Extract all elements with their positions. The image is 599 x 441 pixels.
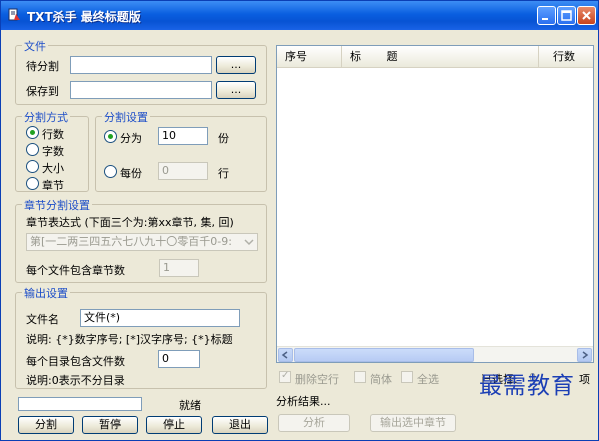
split-mode-title: 分割方式	[22, 109, 70, 125]
analysis-label: 分析结果...	[276, 395, 331, 408]
output-settings-group: 输出设置 文件名 文件(*) 说明: {*}数字序号; [*]汉字序号; {*}…	[15, 285, 267, 389]
col-index[interactable]: 序号	[277, 46, 342, 68]
dir-note: 说明:0表示不分目录	[26, 374, 125, 387]
save-to-label: 保存到	[26, 85, 59, 98]
col-title[interactable]: 标 题	[342, 46, 539, 68]
file-group-title: 文件	[22, 38, 48, 54]
split-file-label: 待分割	[26, 60, 59, 73]
scroll-left-button[interactable]	[278, 348, 293, 362]
chapter-expr-select[interactable]: 第[一二两三四五六七八九十〇零百千0-9:	[26, 233, 258, 251]
split-mode-group: 分割方式 行数 字数 大小 章节	[15, 109, 89, 193]
app-icon	[8, 8, 20, 21]
app-window: TXT杀手 最终标题版 文件 待分割 ... 保存到 ... 分割方式 行数 字…	[0, 0, 599, 441]
select-all-checkbox[interactable]	[401, 371, 413, 383]
split-into-unit: 份	[218, 132, 229, 145]
close-button[interactable]	[577, 6, 596, 25]
filename-input[interactable]: 文件(*)	[80, 309, 240, 327]
chevron-down-icon	[244, 239, 254, 246]
status-text: 就绪	[179, 399, 201, 412]
arrow-right-icon	[582, 351, 589, 359]
chapters-per-file-label: 每个文件包含章节数	[26, 264, 125, 277]
title-bar[interactable]: TXT杀手 最终标题版	[1, 1, 598, 30]
remove-empty-label[interactable]: 删除空行	[295, 371, 339, 387]
maximize-button[interactable]	[557, 6, 576, 25]
files-per-dir-input[interactable]: 0	[158, 350, 200, 368]
window-title: TXT杀手 最终标题版	[27, 10, 141, 24]
split-into-radio[interactable]	[104, 130, 117, 143]
chapter-settings-group: 章节分割设置 章节表达式 (下面三个为:第xx章节, 集, 回) 第[一二两三四…	[15, 197, 267, 283]
scroll-right-button[interactable]	[577, 348, 592, 362]
split-each-radio[interactable]	[104, 165, 117, 178]
exit-button[interactable]: 退出	[212, 416, 268, 434]
watermark-text: 最需教育	[479, 373, 575, 399]
col-lines[interactable]: 行数	[539, 46, 593, 68]
files-per-dir-label: 每个目录包含文件数	[26, 355, 125, 368]
list-header: 序号 标 题 行数	[277, 46, 593, 68]
stop-button[interactable]: 停止	[146, 416, 202, 434]
browse-save-button[interactable]: ...	[216, 81, 256, 99]
split-each-label[interactable]: 每份	[120, 165, 142, 181]
mode-lines-radio[interactable]	[26, 126, 39, 139]
minimize-icon	[542, 18, 548, 20]
selected-unit: 项	[579, 373, 590, 386]
split-button[interactable]: 分割	[18, 416, 74, 434]
mode-chars-radio[interactable]	[26, 143, 39, 156]
mode-chars-label[interactable]: 字数	[42, 143, 64, 159]
chapter-expr-label: 章节表达式 (下面三个为:第xx章节, 集, 回)	[26, 216, 234, 229]
scroll-thumb[interactable]	[294, 348, 474, 362]
split-into-label[interactable]: 分为	[120, 130, 142, 146]
mode-chapter-label[interactable]: 章节	[42, 177, 64, 193]
analyze-button[interactable]: 分析	[278, 414, 350, 432]
horizontal-scrollbar[interactable]	[277, 346, 593, 362]
browse-split-button[interactable]: ...	[216, 56, 256, 74]
output-selected-button[interactable]: 输出选中章节	[370, 414, 456, 432]
select-all-label[interactable]: 全选	[417, 371, 439, 387]
close-icon	[582, 11, 591, 20]
filename-label: 文件名	[26, 313, 59, 326]
simplified-label[interactable]: 简体	[370, 371, 392, 387]
filename-note: 说明: {*}数字序号; [*]汉字序号; {*}标题	[26, 333, 233, 346]
chapters-per-file-input[interactable]: 1	[159, 259, 199, 277]
split-settings-group: 分割设置 分为 10 份 每份 0 行	[95, 109, 267, 192]
mode-size-radio[interactable]	[26, 160, 39, 173]
col-title-part1: 标	[350, 50, 361, 63]
split-into-input[interactable]: 10	[158, 127, 208, 145]
file-group: 文件 待分割 ... 保存到 ...	[15, 38, 267, 105]
split-settings-title: 分割设置	[102, 109, 150, 125]
split-file-input[interactable]	[70, 56, 212, 74]
minimize-button[interactable]	[537, 6, 556, 25]
chapter-settings-title: 章节分割设置	[22, 197, 92, 213]
save-to-input[interactable]	[70, 81, 212, 99]
mode-size-label[interactable]: 大小	[42, 160, 64, 176]
progress-bar	[18, 397, 142, 411]
chapter-expr-value: 第[一二两三四五六七八九十〇零百千0-9:	[30, 235, 232, 248]
col-title-part2: 题	[386, 50, 398, 63]
remove-empty-checkbox[interactable]	[279, 370, 291, 383]
output-settings-title: 输出设置	[22, 285, 70, 301]
split-each-unit: 行	[218, 167, 229, 180]
mode-lines-label[interactable]: 行数	[42, 126, 64, 142]
mode-chapter-radio[interactable]	[26, 177, 39, 190]
arrow-left-icon	[281, 351, 288, 359]
simplified-checkbox[interactable]	[354, 371, 366, 383]
split-each-input[interactable]: 0	[158, 162, 208, 180]
chapter-list[interactable]: 序号 标 题 行数	[276, 45, 594, 363]
pause-button[interactable]: 暂停	[82, 416, 138, 434]
maximize-icon	[561, 10, 572, 21]
